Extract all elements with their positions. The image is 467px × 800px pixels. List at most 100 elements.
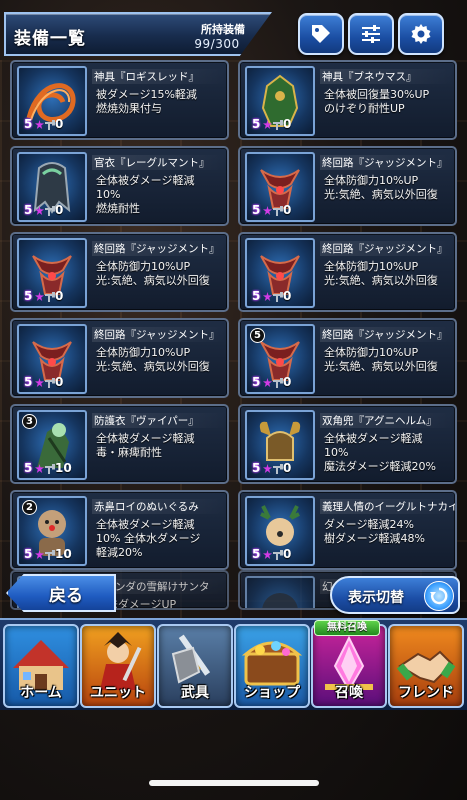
plus-value: 0 — [283, 203, 292, 217]
equipment-name: 神具『ブネウマス』 — [320, 69, 455, 84]
equipment-effect: 全体被ダメージ軽減 毒・麻痺耐性 — [96, 432, 195, 459]
nav-unit-label: ユニット — [90, 685, 146, 701]
owned-count-label: 所持装備 — [201, 23, 245, 36]
display-toggle-button[interactable]: 表示切替 — [330, 576, 460, 614]
equipment-card[interactable]: 2 5 10 赤鼻ロイのぬいぐるみ 全体被ダメージ軽減 10% 全体水ダメージ 軽減20… — [10, 490, 229, 570]
equipment-thumbnail: 3 5 10 — [17, 410, 87, 480]
plus-value: 0 — [55, 203, 64, 217]
equipment-card[interactable]: 5 0 終回路『ジャッジメント』 全体防御力10%UP 光:気絶、病気以外回復 — [238, 146, 457, 226]
plus-value: 10 — [55, 547, 72, 561]
refresh-icon — [424, 581, 454, 611]
plus-value: 0 — [55, 289, 64, 303]
rarity-value: 5 — [252, 117, 261, 131]
page-title: 装備一覧 — [14, 29, 86, 49]
equipment-thumbnail — [245, 576, 315, 608]
equipment-name: 終回路『ジャッジメント』 — [92, 327, 227, 342]
rarity-value: 5 — [24, 203, 33, 217]
equipment-card[interactable]: 5 0 終回路『ジャッジメント』 全体防御力10%UP 光:気絶、病気以外回復 — [10, 318, 229, 398]
settings-button[interactable] — [398, 13, 444, 55]
rarity-value: 5 — [252, 547, 261, 561]
equipment-thumbnail: 50 — [245, 152, 315, 222]
equipment-art-icon — [262, 593, 298, 608]
stack-count-badge: 2 — [22, 500, 37, 515]
rarity-value: 5 — [252, 203, 261, 217]
equipment-name: 赤鼻ロイのぬいぐるみ — [92, 499, 227, 514]
nav-unit[interactable]: ユニット — [80, 624, 156, 708]
header: 装備一覧 所持装備 99/300 — [0, 8, 467, 58]
nav-friend-label: フレンド — [398, 685, 454, 701]
plus-value: 0 — [55, 117, 64, 131]
nav-summon-label: 召喚 — [335, 685, 363, 701]
equipment-screen: 装備一覧 所持装備 99/300 50神具『ロギスレッド』 被ダメージ15%軽減… — [0, 0, 467, 800]
tag-icon — [312, 25, 330, 43]
equipment-effect: 全体被回復量30%UP のけぞり耐性UP — [324, 88, 430, 115]
equipment-thumbnail: 2 5 10 — [17, 496, 87, 566]
plus-value: 0 — [283, 117, 292, 131]
rarity-value: 5 — [24, 461, 33, 475]
stack-count-badge: 5 — [250, 328, 265, 343]
nav-home[interactable]: ホーム — [3, 624, 79, 708]
equipment-effect: 全体防御力10%UP 光:気絶、病気以外回復 — [96, 260, 210, 287]
nav-shop-label: ショップ — [244, 685, 300, 701]
free-summon-badge: 無料召喚 — [314, 620, 380, 636]
equipment-effect: 被ダメージ15%軽減 燃焼効果付与 — [96, 88, 197, 115]
equipment-effect: 全体防御力10%UP 光:気絶、病気以外回復 — [324, 174, 438, 201]
rarity-value: 5 — [24, 375, 33, 389]
equipment-card[interactable]: 5 0 終回路『ジャッジメント』 全体防御力10%UP 光:気絶、病気以外回復 — [10, 232, 229, 312]
filter-button[interactable] — [348, 13, 394, 55]
plus-value: 10 — [55, 461, 72, 475]
rarity-value: 5 — [24, 117, 33, 131]
rarity-value: 5 — [252, 375, 261, 389]
equipment-name: 神具『ロギスレッド』 — [92, 69, 227, 84]
equipment-effect: 全体防御力10%UP 光:気絶、病気以外回復 — [96, 346, 210, 373]
equipment-thumbnail: 50 — [245, 66, 315, 136]
equipment-thumbnail: 50 — [245, 410, 315, 480]
equipment-effect: ダメージ軽減24% 樹ダメージ軽減48% — [324, 518, 425, 545]
back-button[interactable]: 戻る — [6, 574, 116, 612]
equipment-name: 義理人情のイーグルトナカイ — [320, 499, 455, 514]
equipment-card[interactable]: 5 0 双角兜『アグニヘルム』 全体被ダメージ軽減 10% 魔法ダメージ軽減20% — [238, 404, 457, 484]
gear-icon — [411, 24, 431, 44]
plus-value: 0 — [55, 375, 64, 389]
equipment-card[interactable]: 3 5 10 防護衣『ヴァイパー』 全体被ダメージ軽減 毒・麻痺耐性 — [10, 404, 229, 484]
equipment-card[interactable]: 5 5 0 終回路『ジャッジメント』 全体防御力10%UP 光:気絶、病気以外回復 — [238, 318, 457, 398]
equipment-card[interactable]: 5 0 神具『ロギスレッド』 被ダメージ15%軽減 燃焼効果付与 — [10, 60, 229, 140]
nav-home-label: ホーム — [20, 685, 62, 701]
equipment-name: 終回路『ジャッジメント』 — [320, 327, 455, 342]
equipment-card[interactable]: 5 0 義理人情のイーグルトナカイ ダメージ軽減24% 樹ダメージ軽減48% — [238, 490, 457, 570]
sliders-icon — [362, 25, 380, 43]
equipment-thumbnail: 50 — [17, 324, 87, 394]
equipment-thumbnail: 50 — [17, 66, 87, 136]
plus-value: 0 — [283, 289, 292, 303]
rarity-value: 5 — [252, 461, 261, 475]
plus-value: 0 — [283, 547, 292, 561]
equipment-thumbnail: 50 — [17, 152, 87, 222]
equipment-name: 終回路『ジャッジメント』 — [320, 241, 455, 256]
equipment-thumbnail: 50 — [245, 496, 315, 566]
equipment-name: 双角兜『アグニヘルム』 — [320, 413, 455, 428]
nav-weapon-label: 武具 — [181, 685, 209, 701]
nav-weapon[interactable]: 武具 — [157, 624, 233, 708]
equipment-effect: 全体被ダメージ軽減 10% 魔法ダメージ軽減20% — [324, 432, 436, 473]
equipment-card[interactable]: 5 0 終回路『ジャッジメント』 全体防御力10%UP 光:気絶、病気以外回復 — [238, 232, 457, 312]
equipment-name: 終回路『ジャッジメント』 — [320, 155, 455, 170]
nav-summon[interactable]: 召喚 — [311, 624, 387, 708]
equipment-thumbnail: 5 5 0 — [245, 324, 315, 394]
equipment-card[interactable]: 5 0 神具『ブネウマス』 全体被回復量30%UP のけぞり耐性UP — [238, 60, 457, 140]
rarity-value: 5 — [252, 289, 261, 303]
display-toggle-label: 表示切替 — [348, 590, 404, 606]
bottom-nav: ホーム ユニット 武具 ショップ 召喚 フレンド — [0, 618, 467, 710]
home-indicator[interactable] — [149, 780, 319, 786]
equipment-effect: 全体防御力10%UP 光:気絶、病気以外回復 — [324, 346, 438, 373]
rarity-value: 5 — [24, 289, 33, 303]
tag-button[interactable] — [298, 13, 344, 55]
stack-count-badge: 3 — [22, 414, 37, 429]
nav-friend[interactable]: フレンド — [388, 624, 464, 708]
equipment-card[interactable]: 5 0 官衣『レーグルマント』 全体被ダメージ軽減 10% 燃焼耐性 — [10, 146, 229, 226]
plus-value: 0 — [283, 461, 292, 475]
equipment-thumbnail: 50 — [17, 238, 87, 308]
equipment-name: 終回路『ジャッジメント』 — [92, 241, 227, 256]
equipment-thumbnail: 50 — [245, 238, 315, 308]
equipment-grid: 5 0 神具『ロギスレッド』 被ダメージ15%軽減 燃焼効果付与 5 0 神具『ブネウマス』… — [10, 60, 457, 610]
nav-shop[interactable]: ショップ — [234, 624, 310, 708]
